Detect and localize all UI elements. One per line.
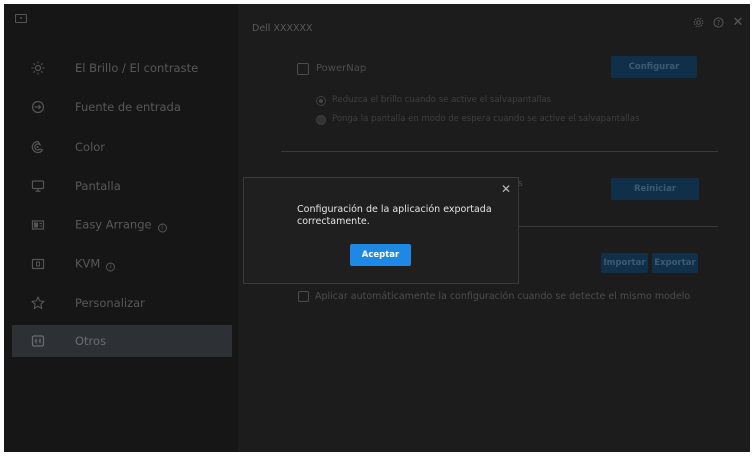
svg-text:?: ? (716, 18, 720, 26)
monitor-icon (31, 179, 45, 193)
app-logo-icon (15, 14, 27, 23)
sidebar-item-input-source[interactable]: Fuente de entrada (12, 92, 232, 122)
dialog-message: Configuración de la aplicación exportada… (297, 204, 497, 228)
radio-standby[interactable] (316, 115, 326, 125)
input-source-icon (31, 100, 45, 114)
sidebar-item-label: Fuente de entrada (75, 100, 181, 114)
sidebar-item-others[interactable]: Otros (12, 325, 232, 357)
radio-dim-brightness[interactable] (316, 96, 326, 106)
sidebar-item-label: Color (75, 140, 106, 154)
sidebar-item-label: Pantalla (75, 179, 121, 193)
dialog-message-line: correctamente. (297, 216, 370, 227)
section-divider (518, 226, 718, 227)
reset-button[interactable]: Reiniciar (611, 178, 699, 200)
auto-apply-label: Aplicar automáticamente la configuración… (315, 291, 691, 302)
close-window-icon[interactable]: ✕ (731, 15, 745, 30)
sidebar-item-label: Otros (75, 334, 107, 348)
sidebar-item-brightness[interactable]: El Brillo / El contraste (12, 53, 232, 83)
info-icon[interactable]: i (106, 262, 116, 272)
sidebar-item-display[interactable]: Pantalla (12, 171, 232, 201)
export-success-dialog: ✕ Configuración de la aplicación exporta… (243, 177, 519, 284)
sidebar-item-label: KVM i (75, 257, 116, 272)
kvm-icon (31, 257, 45, 271)
sidebar-item-label: Easy Arrange i (75, 218, 167, 233)
sidebar: El Brillo / El contraste Fuente de entra… (4, 4, 238, 452)
accept-button[interactable]: Aceptar (350, 244, 411, 266)
dialog-message-line: Configuración de la aplicación exportada (297, 204, 492, 215)
section-divider (281, 151, 718, 152)
option-dim-brightness-label: Reduzca el brillo cuando se active el sa… (332, 95, 552, 105)
sidebar-item-label: Personalizar (75, 296, 145, 310)
export-button[interactable]: Exportar (652, 253, 698, 273)
window-title: Dell XXXXXX (252, 23, 313, 34)
import-button[interactable]: Importar (601, 253, 648, 273)
others-icon (31, 334, 45, 348)
star-icon (31, 296, 45, 310)
sidebar-item-easy-arrange[interactable]: Easy Arrange i (12, 210, 232, 240)
option-standby-label: Ponga la pantalla en modo de espera cuan… (332, 114, 640, 124)
brightness-icon (31, 61, 45, 75)
sidebar-item-personalize[interactable]: Personalizar (12, 288, 232, 318)
app-window: El Brillo / El contraste Fuente de entra… (4, 4, 750, 452)
auto-apply-checkbox[interactable] (298, 291, 309, 302)
powernap-checkbox[interactable] (297, 63, 309, 75)
sidebar-item-color[interactable]: Color (12, 132, 232, 162)
configure-button[interactable]: Configurar (611, 56, 697, 78)
easy-arrange-icon (31, 218, 45, 232)
sidebar-item-label: El Brillo / El contraste (75, 61, 199, 75)
info-icon[interactable]: i (157, 223, 167, 233)
sidebar-item-kvm[interactable]: KVM i (12, 249, 232, 279)
powernap-label: PowerNap (316, 63, 367, 74)
close-icon[interactable]: ✕ (500, 183, 512, 195)
help-icon[interactable]: ? (711, 15, 725, 29)
settings-icon[interactable] (691, 15, 705, 29)
color-palette-icon (31, 140, 45, 154)
